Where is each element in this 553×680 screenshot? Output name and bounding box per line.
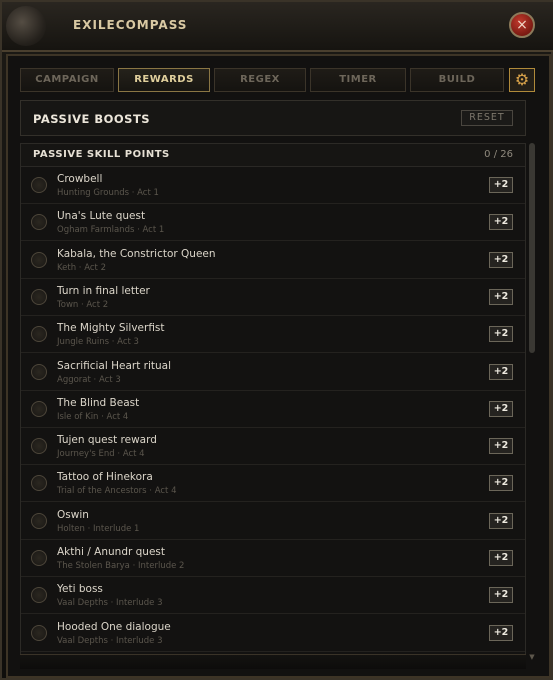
points-badge: +2	[489, 177, 513, 193]
item-location: Vaal Depths · Interlude 3	[57, 598, 163, 609]
checkbox[interactable]	[31, 251, 47, 268]
checkbox[interactable]	[31, 400, 47, 417]
points-badge: +2	[489, 624, 513, 641]
item-title: Oswin	[57, 508, 89, 521]
bottom-edge	[20, 654, 526, 669]
item-location: Trial of the Ancestors · Act 4	[57, 486, 177, 497]
list-item[interactable]: Turn in final letter Town · Act 2 +2	[21, 279, 525, 316]
app-title: EXILECOMPASS	[73, 18, 188, 32]
item-title: Sacrificial Heart ritual	[57, 359, 172, 372]
list-item[interactable]: Kabala, the Constrictor Queen Keth · Act …	[21, 242, 525, 279]
gear-icon: ⚙	[514, 70, 530, 89]
scrollbar[interactable]	[529, 143, 535, 655]
close-icon: ×	[516, 17, 528, 33]
points-badge: +2	[489, 512, 513, 529]
item-title: Crowbell	[57, 173, 103, 185]
checkbox[interactable]	[31, 363, 47, 380]
item-location: Town · Act 2	[57, 299, 109, 310]
item-location: Vaal Depths · Interlude 3	[57, 635, 163, 646]
item-location: Journey's End · Act 4	[57, 449, 145, 460]
checkbox[interactable]	[31, 512, 47, 529]
scroll-down-icon[interactable]: ▼	[528, 653, 536, 661]
section-header: PASSIVE SKILL POINTS 0 / 26	[21, 144, 525, 167]
checkbox[interactable]	[31, 475, 47, 492]
points-badge: +2	[489, 326, 513, 343]
points-badge: +2	[489, 550, 513, 566]
item-title: Tujen quest reward	[57, 434, 157, 447]
tab-regex[interactable]: REGEX	[214, 68, 306, 92]
item-title: The Blind Beast	[57, 396, 140, 409]
checkbox[interactable]	[31, 288, 47, 305]
reset-button[interactable]: RESET	[461, 110, 513, 126]
item-location: Holten · Interlude 1	[57, 523, 140, 534]
list-item[interactable]: Hooded One dialogue Vaal Depths · Interlu…	[21, 615, 525, 652]
item-location: Keth · Act 2	[57, 262, 106, 273]
item-title: Hooded One dialogue	[57, 620, 171, 633]
app-window: EXILECOMPASS × CAMPAIGN REWARDS REGEX TI…	[0, 0, 553, 680]
points-badge: +2	[489, 587, 513, 604]
checkbox[interactable]	[31, 587, 47, 604]
ornament-left-icon	[6, 6, 46, 46]
item-location: Jungle Ruins · Act 3	[57, 337, 139, 348]
tab-bar: CAMPAIGN REWARDS REGEX TIMER BUILD	[20, 68, 504, 92]
list-item[interactable]: The Blind Beast Isle of Kin · Act 4 +2	[21, 391, 525, 428]
tab-build[interactable]: BUILD	[410, 68, 504, 92]
tab-timer[interactable]: TIMER	[310, 68, 406, 92]
title-bar[interactable]: EXILECOMPASS ×	[2, 2, 553, 52]
checkbox[interactable]	[31, 177, 47, 193]
checkbox[interactable]	[31, 214, 47, 231]
item-location: Ogham Farmlands · Act 1	[57, 225, 165, 236]
settings-button[interactable]: ⚙	[509, 68, 535, 92]
list-item[interactable]: Sacrificial Heart ritual Aggorat · Act 3 +…	[21, 354, 525, 391]
item-location: Aggorat · Act 3	[57, 374, 121, 385]
list-item[interactable]: Tujen quest reward Journey's End · Act 4 +…	[21, 428, 525, 466]
item-title: Tattoo of Hinekora	[57, 471, 153, 484]
points-badge: +2	[489, 363, 513, 380]
points-badge: +2	[489, 400, 513, 417]
checkbox[interactable]	[31, 438, 47, 455]
checkbox[interactable]	[31, 550, 47, 566]
passive-points-list: PASSIVE SKILL POINTS 0 / 26 Crowbell Hunt…	[20, 143, 526, 655]
points-count: 0 / 26	[484, 149, 513, 160]
list-item[interactable]: Yeti boss Vaal Depths · Interlude 3 +2	[21, 577, 525, 615]
checkbox[interactable]	[31, 624, 47, 641]
scrollbar-thumb[interactable]	[529, 143, 535, 353]
close-button[interactable]: ×	[509, 12, 535, 38]
list-item[interactable]: Una's Lute quest Ogham Farmlands · Act 1 +…	[21, 204, 525, 242]
list-item[interactable]: Oswin Holten · Interlude 1 +2	[21, 503, 525, 540]
tab-rewards[interactable]: REWARDS	[118, 68, 210, 92]
checkbox[interactable]	[31, 326, 47, 343]
points-badge: +2	[489, 288, 513, 305]
item-location: Hunting Grounds · Act 1	[57, 188, 159, 198]
list-item[interactable]: The Mighty Silverfist Jungle Ruins · Act …	[21, 316, 525, 354]
item-location: The Stolen Barya · Interlude 2	[57, 561, 185, 571]
points-badge: +2	[489, 251, 513, 268]
list-item[interactable]: Tattoo of Hinekora Trial of the Ancestors…	[21, 465, 525, 503]
item-title: Yeti boss	[57, 583, 103, 596]
points-badge: +2	[489, 438, 513, 455]
list-item[interactable]: Crowbell Hunting Grounds · Act 1 +2	[21, 167, 525, 204]
points-badge: +2	[489, 214, 513, 231]
item-title: Kabala, the Constrictor Queen	[57, 247, 216, 260]
passive-boosts-header: PASSIVE BOOSTS RESET	[20, 100, 526, 136]
item-title: Akthi / Anundr quest	[57, 546, 165, 558]
points-badge: +2	[489, 475, 513, 492]
item-title: Una's Lute quest	[57, 210, 146, 223]
item-title: The Mighty Silverfist	[57, 322, 165, 335]
panel-title: PASSIVE BOOSTS	[33, 112, 151, 126]
item-title: Turn in final letter	[57, 284, 150, 297]
tab-campaign[interactable]: CAMPAIGN	[20, 68, 114, 92]
section-title: PASSIVE SKILL POINTS	[33, 149, 170, 160]
list-item[interactable]: Akthi / Anundr quest The Stolen Barya · I…	[21, 540, 525, 577]
item-location: Isle of Kin · Act 4	[57, 411, 129, 422]
